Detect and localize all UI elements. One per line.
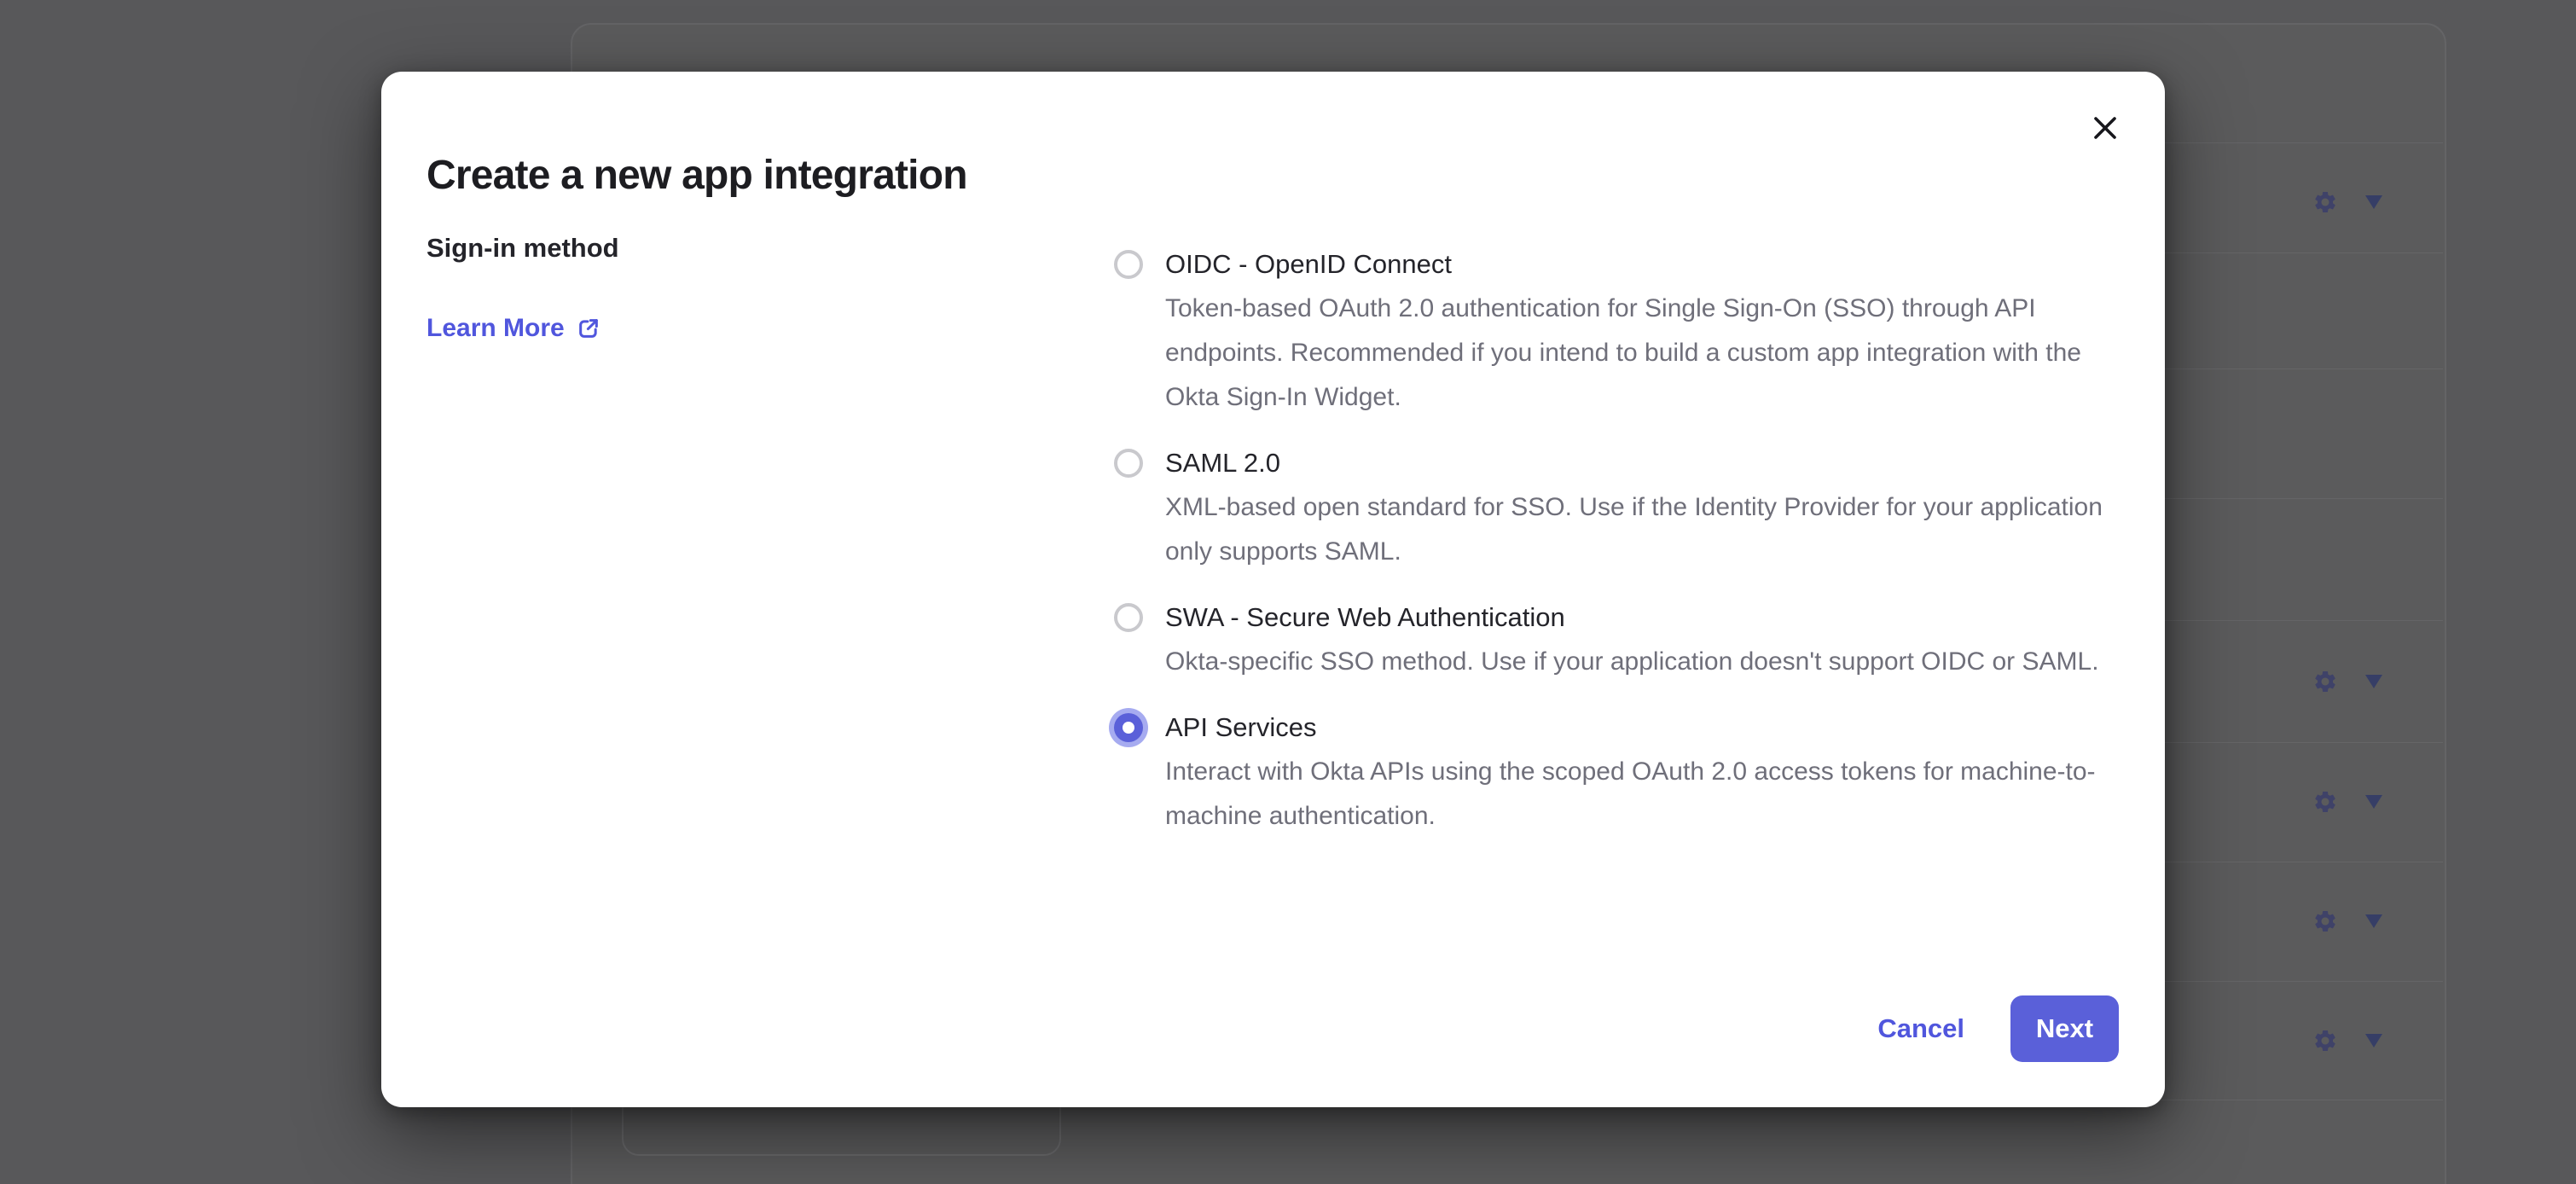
create-app-integration-dialog: Create a new app integration Sign-in met… [381,72,2165,1107]
row-actions [2312,788,2398,815]
caret-down-icon[interactable] [2365,1034,2382,1048]
row-actions [2312,668,2398,695]
caret-down-icon[interactable] [2365,675,2382,688]
radio-button-api-services[interactable] [1114,713,1143,742]
radio-button-swa[interactable] [1114,603,1143,632]
option-label: OIDC - OpenID Connect [1165,242,2119,287]
gear-icon[interactable] [2312,189,2338,215]
close-icon [2092,115,2118,141]
option-description: Token-based OAuth 2.0 authentication for… [1165,287,2119,420]
row-actions [2312,1027,2398,1054]
close-button[interactable] [2083,106,2127,150]
row-actions [2312,189,2398,216]
option-description: Okta-specific SSO method. Use if your ap… [1165,640,2119,684]
signin-method-label: Sign-in method [426,229,619,267]
radio-option-swa[interactable]: SWA - Secure Web Authentication Okta-spe… [1114,595,2119,684]
caret-down-icon[interactable] [2365,914,2382,928]
signin-method-options: OIDC - OpenID Connect Token-based OAuth … [1114,242,2119,839]
option-label: SAML 2.0 [1165,441,2119,485]
learn-more-label: Learn More [426,307,565,350]
dialog-title: Create a new app integration [426,152,967,200]
gear-icon[interactable] [2312,669,2338,694]
dialog-footer: Cancel Next [1877,995,2119,1062]
option-text: API Services Interact with Okta APIs usi… [1165,705,2119,839]
cancel-button[interactable]: Cancel [1877,1013,1964,1044]
option-text: SWA - Secure Web Authentication Okta-spe… [1165,595,2119,684]
external-link-icon [577,316,600,340]
radio-option-api-services[interactable]: API Services Interact with Okta APIs usi… [1114,705,2119,839]
option-label: SWA - Secure Web Authentication [1165,595,2119,640]
gear-icon[interactable] [2312,1028,2338,1053]
option-text: SAML 2.0 XML-based open standard for SSO… [1165,441,2119,574]
radio-option-saml[interactable]: SAML 2.0 XML-based open standard for SSO… [1114,441,2119,574]
row-actions [2312,908,2398,935]
caret-down-icon[interactable] [2365,195,2382,209]
next-button[interactable]: Next [2010,995,2119,1062]
option-text: OIDC - OpenID Connect Token-based OAuth … [1165,242,2119,420]
option-description: Interact with Okta APIs using the scoped… [1165,750,2119,839]
option-description: XML-based open standard for SSO. Use if … [1165,485,2119,574]
gear-icon[interactable] [2312,789,2338,815]
gear-icon[interactable] [2312,908,2338,934]
caret-down-icon[interactable] [2365,795,2382,809]
learn-more-link[interactable]: Learn More [426,307,600,350]
radio-button-oidc[interactable] [1114,250,1143,279]
option-label: API Services [1165,705,2119,750]
radio-option-oidc[interactable]: OIDC - OpenID Connect Token-based OAuth … [1114,242,2119,420]
radio-button-saml[interactable] [1114,449,1143,478]
